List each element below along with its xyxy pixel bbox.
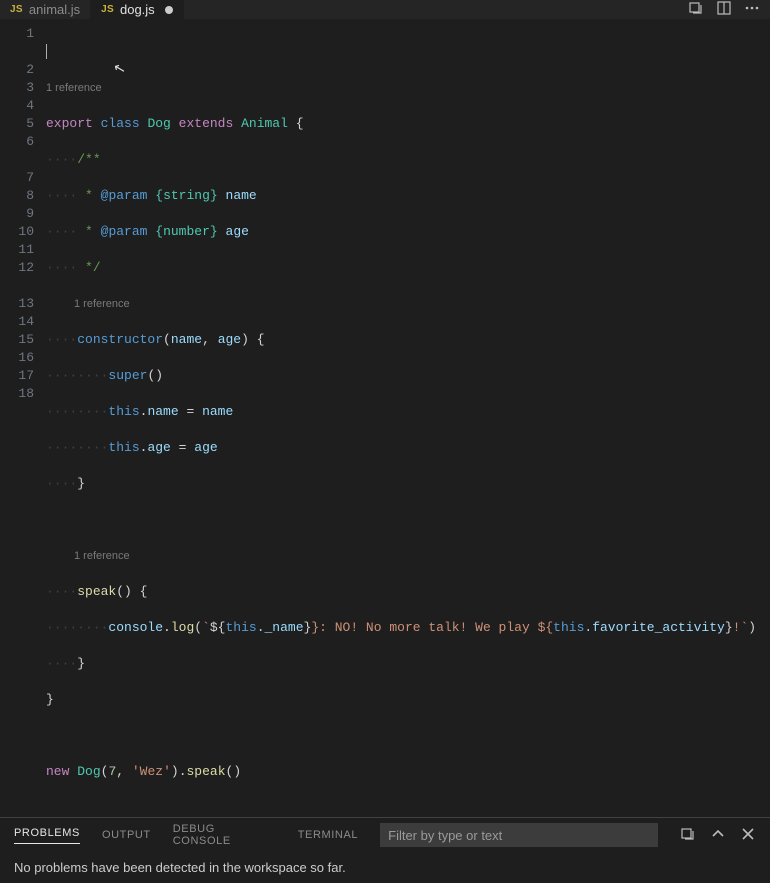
- more-actions-icon[interactable]: [744, 0, 760, 19]
- codelens-constructor[interactable]: 1 reference: [46, 295, 770, 313]
- editor-actions: [688, 0, 770, 19]
- dirty-indicator-icon: [165, 6, 173, 14]
- tab-dog-js[interactable]: JS dog.js: [91, 0, 184, 19]
- split-editor-icon[interactable]: [716, 0, 732, 19]
- tab-label: dog.js: [120, 2, 155, 17]
- panel-tab-debug-console[interactable]: DEBUG CONSOLE: [173, 823, 276, 847]
- tab-label: animal.js: [29, 2, 80, 17]
- panel-actions: [680, 826, 756, 845]
- tab-bar: JS animal.js JS dog.js: [0, 0, 770, 19]
- js-badge: JS: [101, 4, 114, 15]
- gutter: 1 2 3 4 5 6 7 8 9 10 11 12 13 14 15 16 1…: [0, 25, 46, 817]
- panel-tab-problems[interactable]: PROBLEMS: [14, 827, 80, 844]
- editor[interactable]: ↖ 1 2 3 4 5 6 7 8 9 10 11 12 13 14 15 16…: [0, 19, 770, 817]
- js-badge: JS: [10, 4, 23, 15]
- panel-tab-terminal[interactable]: TERMINAL: [298, 829, 358, 841]
- codelens-speak[interactable]: 1 reference: [46, 547, 770, 565]
- collapse-all-icon[interactable]: [680, 826, 696, 845]
- panel-tab-output[interactable]: OUTPUT: [102, 829, 151, 841]
- bottom-panel: PROBLEMS OUTPUT DEBUG CONSOLE TERMINAL N…: [0, 817, 770, 883]
- text-cursor: [46, 44, 47, 59]
- maximize-panel-icon[interactable]: [710, 826, 726, 845]
- panel-tab-bar: PROBLEMS OUTPUT DEBUG CONSOLE TERMINAL: [0, 818, 770, 852]
- codelens-class[interactable]: 1 reference: [46, 79, 770, 97]
- compare-changes-icon[interactable]: [688, 0, 704, 19]
- close-panel-icon[interactable]: [740, 826, 756, 845]
- problems-message: No problems have been detected in the wo…: [0, 852, 770, 883]
- tab-animal-js[interactable]: JS animal.js: [0, 0, 91, 19]
- code-area[interactable]: 1 reference export class Dog extends Ani…: [46, 25, 770, 817]
- problems-filter-input[interactable]: [380, 823, 658, 847]
